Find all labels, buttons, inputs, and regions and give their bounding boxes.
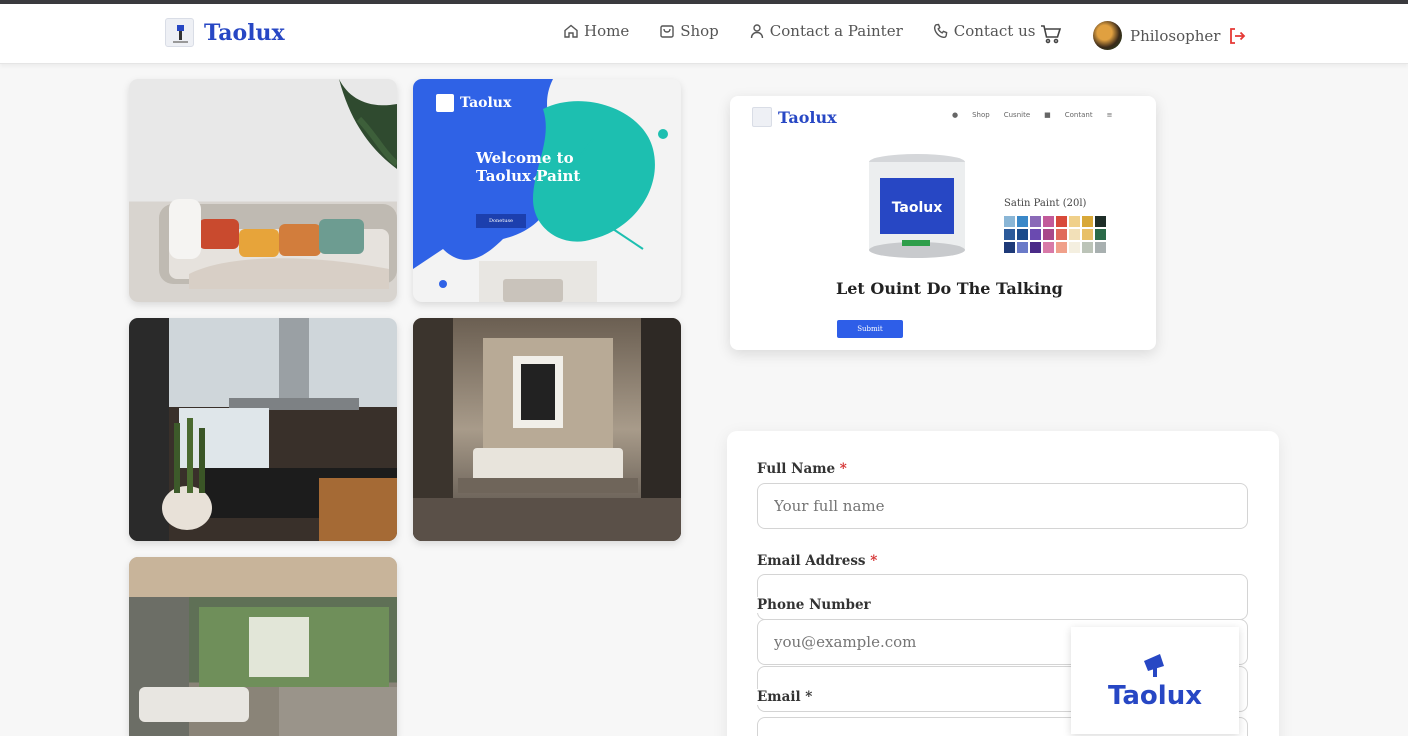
- gallery-image-kitchen[interactable]: [129, 318, 397, 541]
- brand-badge: Taolux: [1071, 627, 1239, 734]
- color-swatch-grid[interactable]: [1004, 216, 1106, 253]
- required-mark: *: [870, 553, 878, 569]
- nav-home-label: Home: [584, 22, 630, 40]
- promo-title-line1: Welcome to: [476, 149, 574, 167]
- paint-can-image: Taolux: [866, 152, 968, 260]
- promo-button[interactable]: Donetuse: [476, 214, 526, 228]
- main-nav: Home Shop Contact a Painter Contact us: [563, 22, 1065, 40]
- gallery-image-bedroom[interactable]: [413, 318, 681, 541]
- app-mockup-preview[interactable]: Taolux ● Shop Cusnite ■ Contant ≡ Taolux…: [730, 96, 1156, 350]
- brand-link[interactable]: Taolux: [165, 18, 285, 47]
- logout-icon[interactable]: [1228, 27, 1246, 45]
- mockup-home-icon: ●: [952, 111, 959, 119]
- email-label: Email *: [757, 689, 821, 705]
- required-mark-plain: *: [805, 689, 813, 705]
- mockup-nav-contant: Contant: [1064, 111, 1093, 119]
- nav-contact-painter[interactable]: Contact a Painter: [749, 22, 903, 40]
- mockup-lock-icon: ■: [1044, 111, 1051, 119]
- user-menu[interactable]: Philosopher: [1093, 21, 1246, 50]
- mockup-submit-button[interactable]: Submit: [837, 320, 903, 338]
- mockup-menu-icon: ≡: [1106, 111, 1113, 119]
- email-address-label: Email Address *: [757, 553, 877, 569]
- brand-badge-logo-icon: [1144, 653, 1164, 677]
- brand-badge-name: Taolux: [1108, 680, 1202, 711]
- nav-home[interactable]: Home: [563, 22, 629, 40]
- mockup-logo-icon: [752, 107, 772, 127]
- full-name-input[interactable]: [757, 483, 1248, 529]
- nav-contact-us-label: Contact us: [953, 22, 1036, 40]
- nav-contact-us[interactable]: Contact us: [933, 22, 1036, 40]
- promo-brand-name: Taolux: [460, 95, 512, 111]
- brand-name: Taolux: [204, 19, 285, 46]
- avatar[interactable]: [1093, 21, 1122, 50]
- gallery-image-promo[interactable]: Taolux Welcome to Taolux Paint Donetuse: [413, 79, 681, 302]
- cart-icon: [1041, 25, 1062, 44]
- shopping-bag-icon: [660, 25, 674, 38]
- paint-can-label: Taolux: [891, 200, 943, 216]
- user-name: Philosopher: [1130, 26, 1221, 45]
- promo-brand: Taolux: [436, 94, 511, 112]
- promo-title: Welcome to Taolux Paint: [476, 149, 580, 185]
- mockup-nav-shop: Shop: [972, 111, 990, 119]
- promo-title-line2: Taolux Paint: [476, 167, 581, 185]
- phone-icon: [933, 23, 948, 39]
- nav-shop[interactable]: Shop: [659, 22, 719, 40]
- promo-logo-icon: [436, 94, 454, 112]
- brand-logo-icon: [165, 18, 194, 47]
- home-icon: [564, 24, 578, 38]
- mockup-headline: Let Ouint Do The Talking: [836, 279, 1063, 298]
- nav-shop-label: Shop: [680, 22, 719, 40]
- site-header: Taolux Home Shop Contact a Painter Conta…: [0, 4, 1408, 64]
- mockup-brand: Taolux: [752, 107, 837, 127]
- product-name: Satin Paint (20l): [1004, 198, 1087, 209]
- mockup-nav-cusnite: Cusnite: [1003, 111, 1031, 119]
- nav-contact-painter-label: Contact a Painter: [769, 22, 903, 40]
- user-icon: [750, 24, 763, 39]
- full-name-label-text: Full Name: [757, 461, 836, 477]
- full-name-label: Full Name *: [757, 461, 847, 477]
- cart-button[interactable]: [1040, 24, 1062, 48]
- email-label-text: Email: [757, 689, 801, 705]
- gallery-image-living-room[interactable]: [129, 79, 397, 302]
- required-mark: *: [839, 461, 847, 477]
- email-address-label-text: Email Address: [757, 553, 866, 569]
- mockup-nav: ● Shop Cusnite ■ Contant ≡: [952, 111, 1112, 119]
- gallery-image-bathroom[interactable]: [129, 557, 397, 736]
- phone-number-label: Phone Number: [757, 597, 879, 613]
- mockup-brand-name: Taolux: [778, 107, 837, 127]
